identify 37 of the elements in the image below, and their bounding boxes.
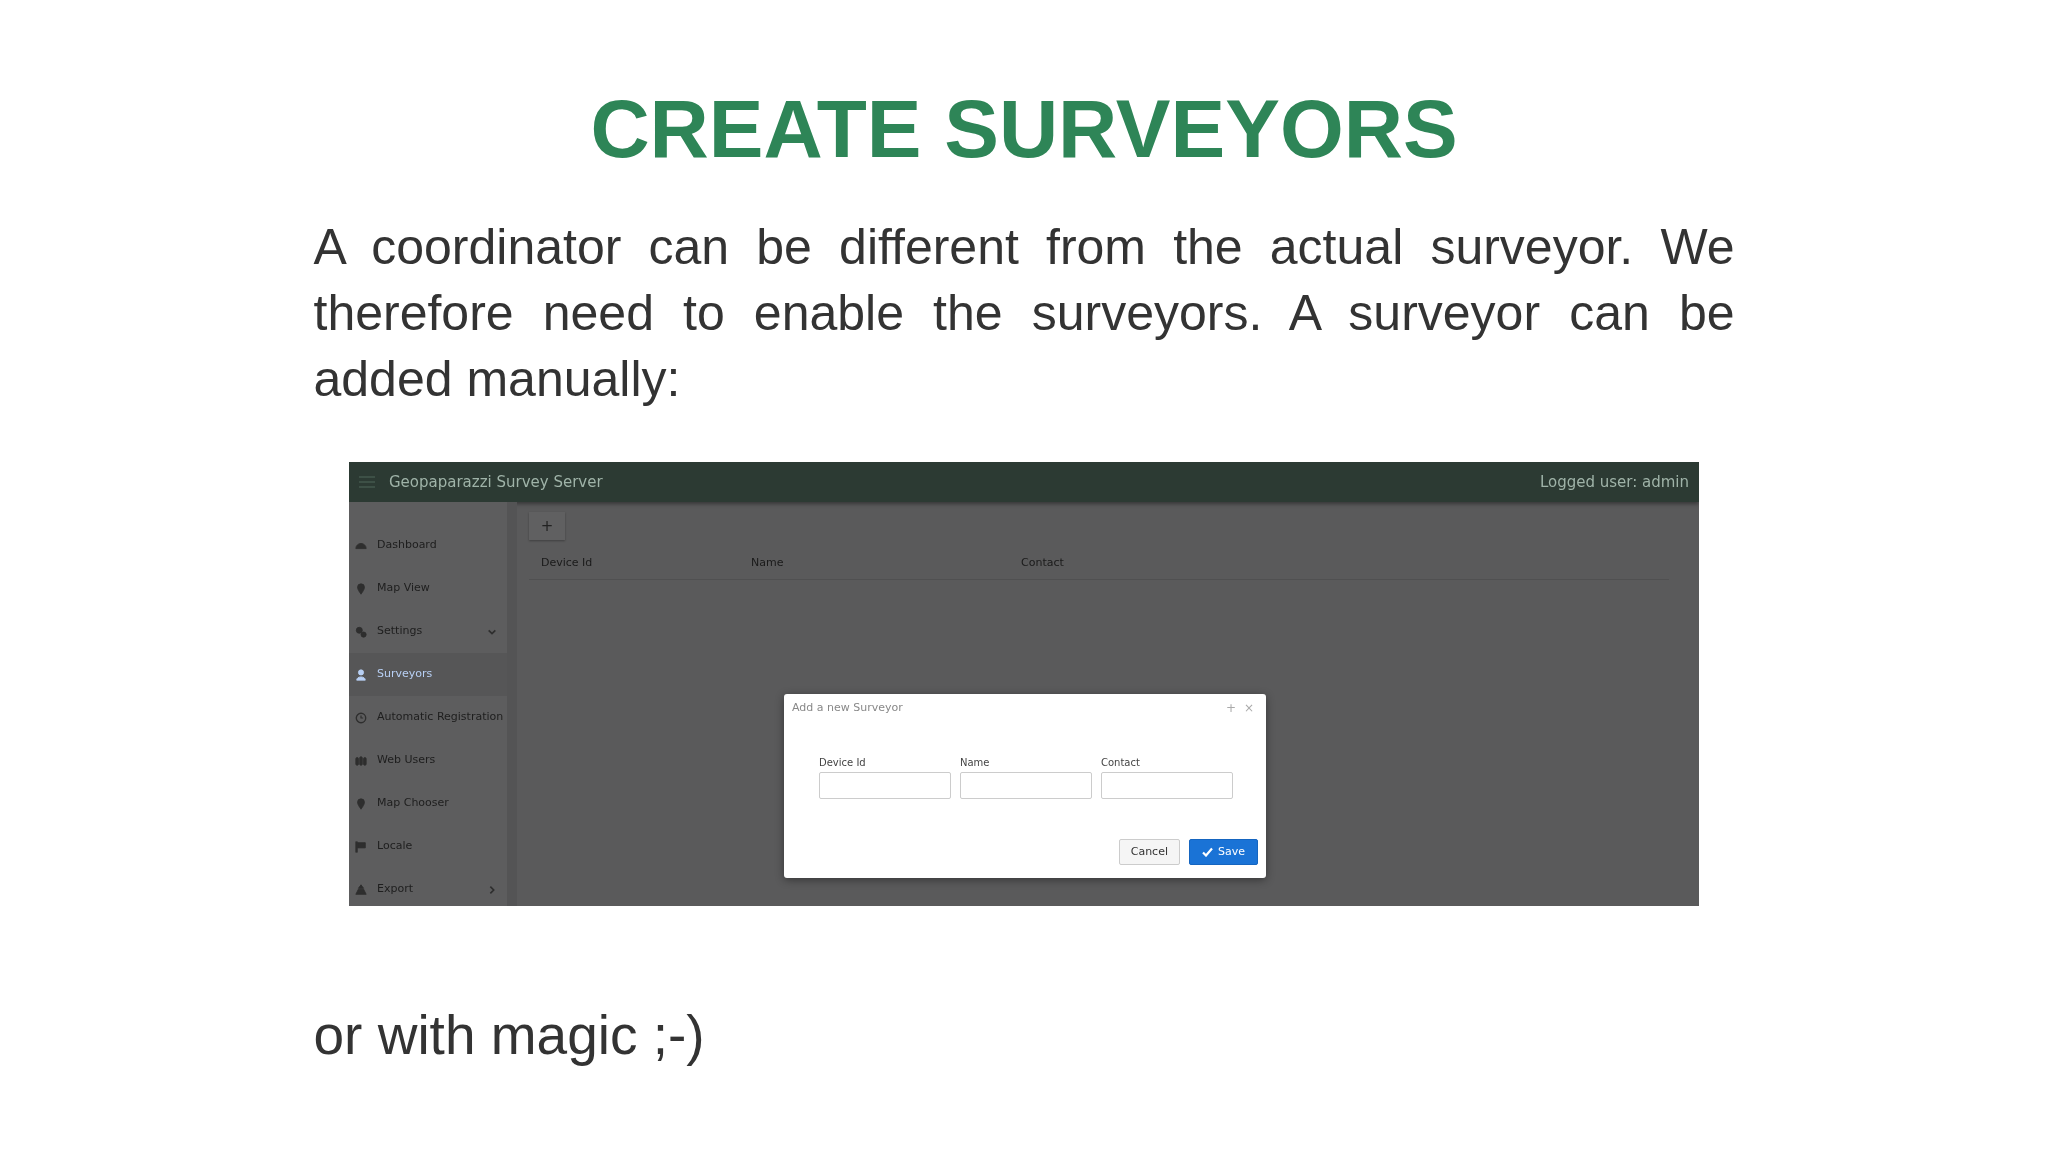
person-icon	[355, 668, 367, 681]
column-header: Device Id	[540, 555, 594, 572]
chevron-icon	[487, 884, 497, 895]
sidebar-item[interactable]: Map Chooser	[349, 782, 507, 825]
column-header: Name	[750, 555, 785, 572]
app-title: Geopaparazzi Survey Server	[389, 471, 603, 493]
users-icon	[355, 754, 367, 767]
sidebar-item[interactable]: Map View	[349, 567, 507, 610]
input-field[interactable]	[1101, 771, 1233, 799]
sidebar-item[interactable]: Locale	[349, 825, 507, 868]
cancel-button[interactable]: Cancel	[1118, 838, 1180, 865]
sidebar-item[interactable]: Export	[349, 868, 507, 906]
sidebar-item[interactable]: Web Users	[349, 739, 507, 782]
input-field[interactable]	[960, 771, 1092, 799]
input-field[interactable]	[819, 771, 951, 799]
sidebar-item[interactable]: Dashboard	[349, 524, 507, 567]
logged-user: Logged user: admin	[1539, 471, 1689, 493]
dialog-header-button[interactable]: +	[1221, 702, 1240, 715]
column-header: Contact	[1020, 555, 1065, 572]
sidebar-item[interactable]: Surveyors	[349, 653, 507, 696]
map-pin-icon	[355, 582, 367, 595]
slide-paragraph: A coordinator can be different from the actual surveyor. We therefore need to enable the surveyors. A surveyor can be added manually:	[313, 218, 1735, 409]
dialog-header-button[interactable]: ×	[1239, 702, 1258, 715]
save-button[interactable]: Save	[1189, 838, 1258, 865]
field-label: Contact	[1101, 755, 1141, 770]
slide-title: CREATE SURVEYORS	[589, 88, 1459, 170]
field-label: Device Id	[819, 755, 867, 770]
slide-text: or with magic ;-)	[313, 1003, 706, 1068]
sidebar-item[interactable]: Automatic Registration	[349, 696, 507, 739]
map-pin-icon	[355, 797, 367, 810]
field-label: Name	[960, 755, 991, 770]
sidebar-item[interactable]: Settings	[349, 610, 507, 653]
add-button[interactable]: +	[529, 512, 565, 540]
clock-icon	[355, 711, 367, 724]
dialog-title: Add a new Surveyor	[792, 700, 903, 716]
check-icon	[1202, 846, 1213, 857]
flag-icon	[355, 840, 367, 853]
